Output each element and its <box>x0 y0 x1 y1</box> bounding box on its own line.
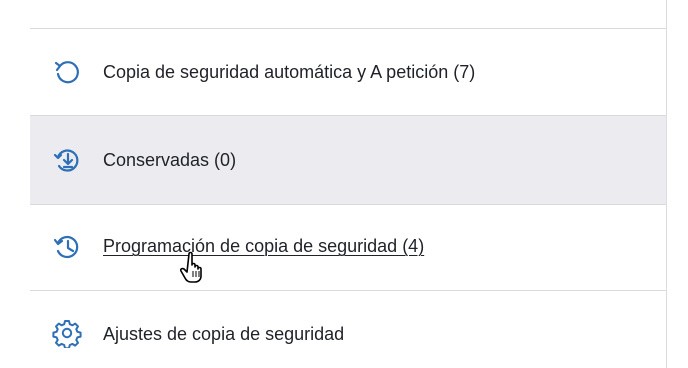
menu-item-auto-on-demand-backups[interactable]: Copia de seguridad automática y A petici… <box>30 29 666 115</box>
menu-item-backup-schedule[interactable]: Programación de copia de seguridad (4) <box>30 205 666 290</box>
menu-item-label: Conservadas (0) <box>103 150 237 170</box>
download-circle-icon <box>52 145 82 175</box>
menu-item-backup-settings[interactable]: Ajustes de copia de seguridad <box>30 291 666 368</box>
hand-pointer-cursor <box>180 251 202 283</box>
menu-item-label: Copia de seguridad automática y A petici… <box>103 62 476 82</box>
menu-item-kept[interactable]: Conservadas (0) <box>30 116 666 204</box>
gear-icon <box>52 318 82 348</box>
backup-menu-panel: Copia de seguridad automática y A petici… <box>30 0 667 368</box>
menu-item-label: Programación de copia de seguridad (4) <box>103 236 425 256</box>
refresh-icon <box>52 57 82 87</box>
menu-item-label: Ajustes de copia de seguridad <box>103 324 345 344</box>
history-clock-icon <box>52 232 82 262</box>
